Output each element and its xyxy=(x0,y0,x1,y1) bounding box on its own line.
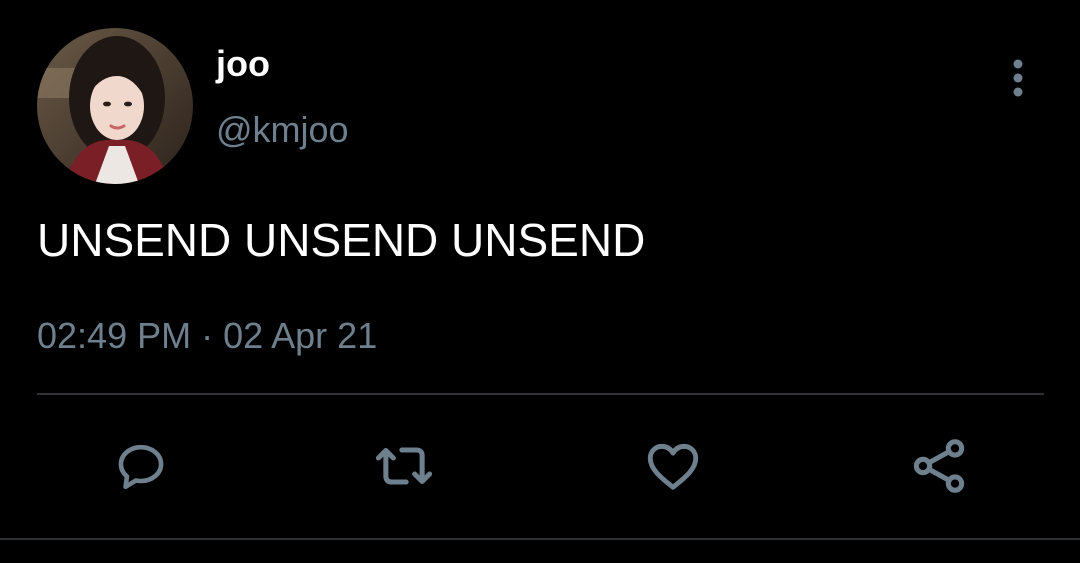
retweet-icon xyxy=(375,447,433,485)
avatar-image xyxy=(37,28,193,184)
share-icon xyxy=(913,439,965,493)
heart-icon xyxy=(647,443,699,490)
reply-button[interactable] xyxy=(109,434,173,498)
meta-separator: · xyxy=(201,315,214,356)
like-button[interactable] xyxy=(641,434,705,498)
bottom-divider xyxy=(0,538,1080,540)
avatar[interactable] xyxy=(37,28,193,184)
more-options-button[interactable] xyxy=(996,54,1040,102)
user-handle[interactable]: @kmjoo xyxy=(216,108,349,152)
more-vertical-icon xyxy=(1013,59,1023,97)
tweet-time: 02:49 PM xyxy=(37,315,192,356)
reply-icon xyxy=(118,444,164,490)
share-button[interactable] xyxy=(907,434,971,498)
tweet-timestamp[interactable]: 02:49 PM · 02 Apr 21 xyxy=(37,313,377,359)
tweet-text: UNSEND UNSEND UNSEND xyxy=(37,214,646,266)
display-name[interactable]: joo xyxy=(216,42,270,86)
retweet-button[interactable] xyxy=(372,434,436,498)
tweet-date: 02 Apr 21 xyxy=(223,315,378,356)
divider xyxy=(37,393,1044,395)
